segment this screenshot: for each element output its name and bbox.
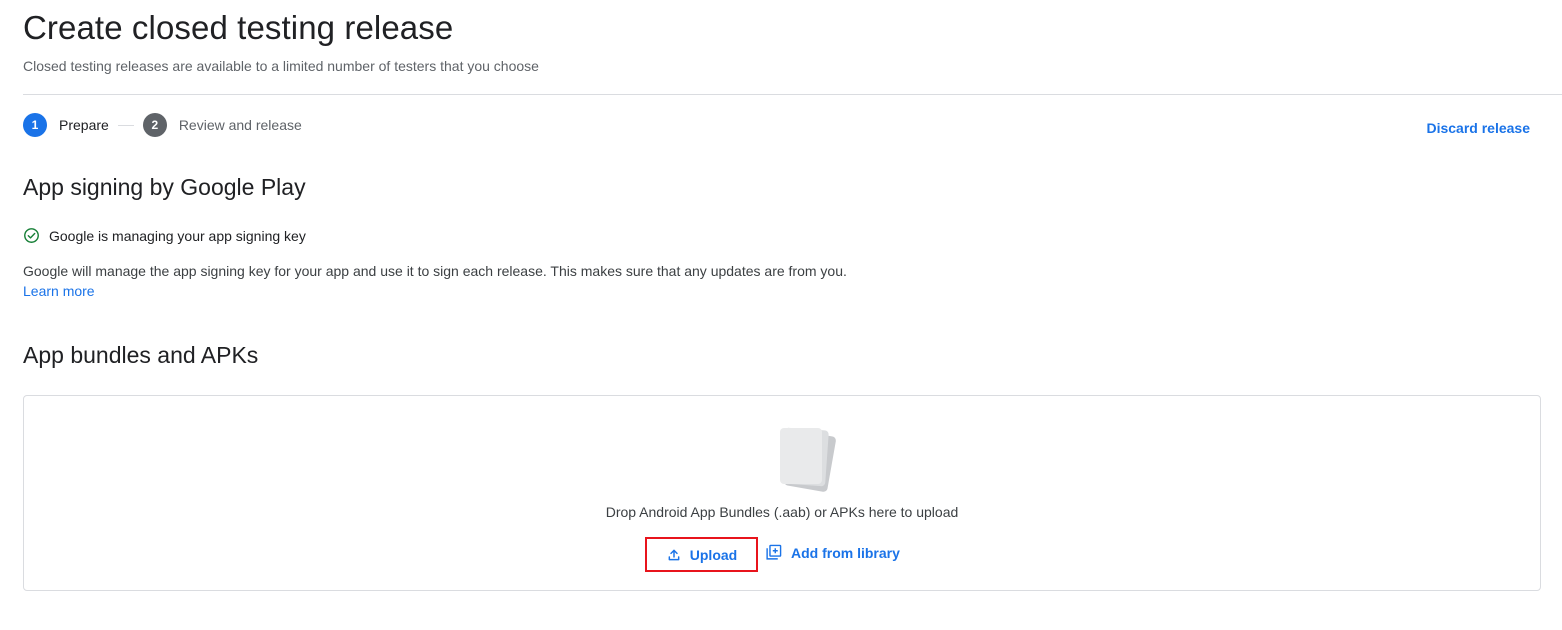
add-library-icon <box>765 544 782 561</box>
step-1-number: 1 <box>23 113 47 137</box>
page-subtitle: Closed testing releases are available to… <box>23 58 539 74</box>
header-divider <box>23 94 1562 95</box>
learn-more-link[interactable]: Learn more <box>23 281 95 301</box>
bundles-title: App bundles and APKs <box>23 342 259 368</box>
discard-release-link[interactable]: Discard release <box>1426 120 1530 136</box>
dropzone-actions: Upload Add from library <box>24 537 1540 573</box>
add-from-library-label: Add from library <box>791 544 900 561</box>
signing-description: Google will manage the app signing key f… <box>23 263 847 279</box>
upload-button[interactable]: Upload <box>645 537 758 572</box>
step-2-number: 2 <box>142 113 167 137</box>
signing-status: Google is managing your app signing key <box>23 227 306 244</box>
signing-status-text: Google is managing your app signing key <box>49 227 306 244</box>
upload-label: Upload <box>689 546 738 563</box>
check-circle-icon <box>23 227 40 244</box>
app-signing-title: App signing by Google Play <box>23 174 306 200</box>
step-connector <box>117 124 134 126</box>
step-1-label: Prepare <box>59 117 109 133</box>
upload-dropzone[interactable]: Drop Android App Bundles (.aab) or APKs … <box>23 395 1541 591</box>
upload-icon <box>666 547 682 563</box>
drop-instructions: Drop Android App Bundles (.aab) or APKs … <box>605 504 959 520</box>
step-2-label: Review and release <box>178 117 302 133</box>
page: Create closed testing release Closed tes… <box>0 0 1562 630</box>
release-stepper: 1 Prepare 2 Review and release <box>23 112 302 138</box>
add-from-library-button[interactable]: Add from library <box>765 537 900 568</box>
files-illustration-icon <box>774 424 838 494</box>
page-title: Create closed testing release <box>23 9 454 46</box>
